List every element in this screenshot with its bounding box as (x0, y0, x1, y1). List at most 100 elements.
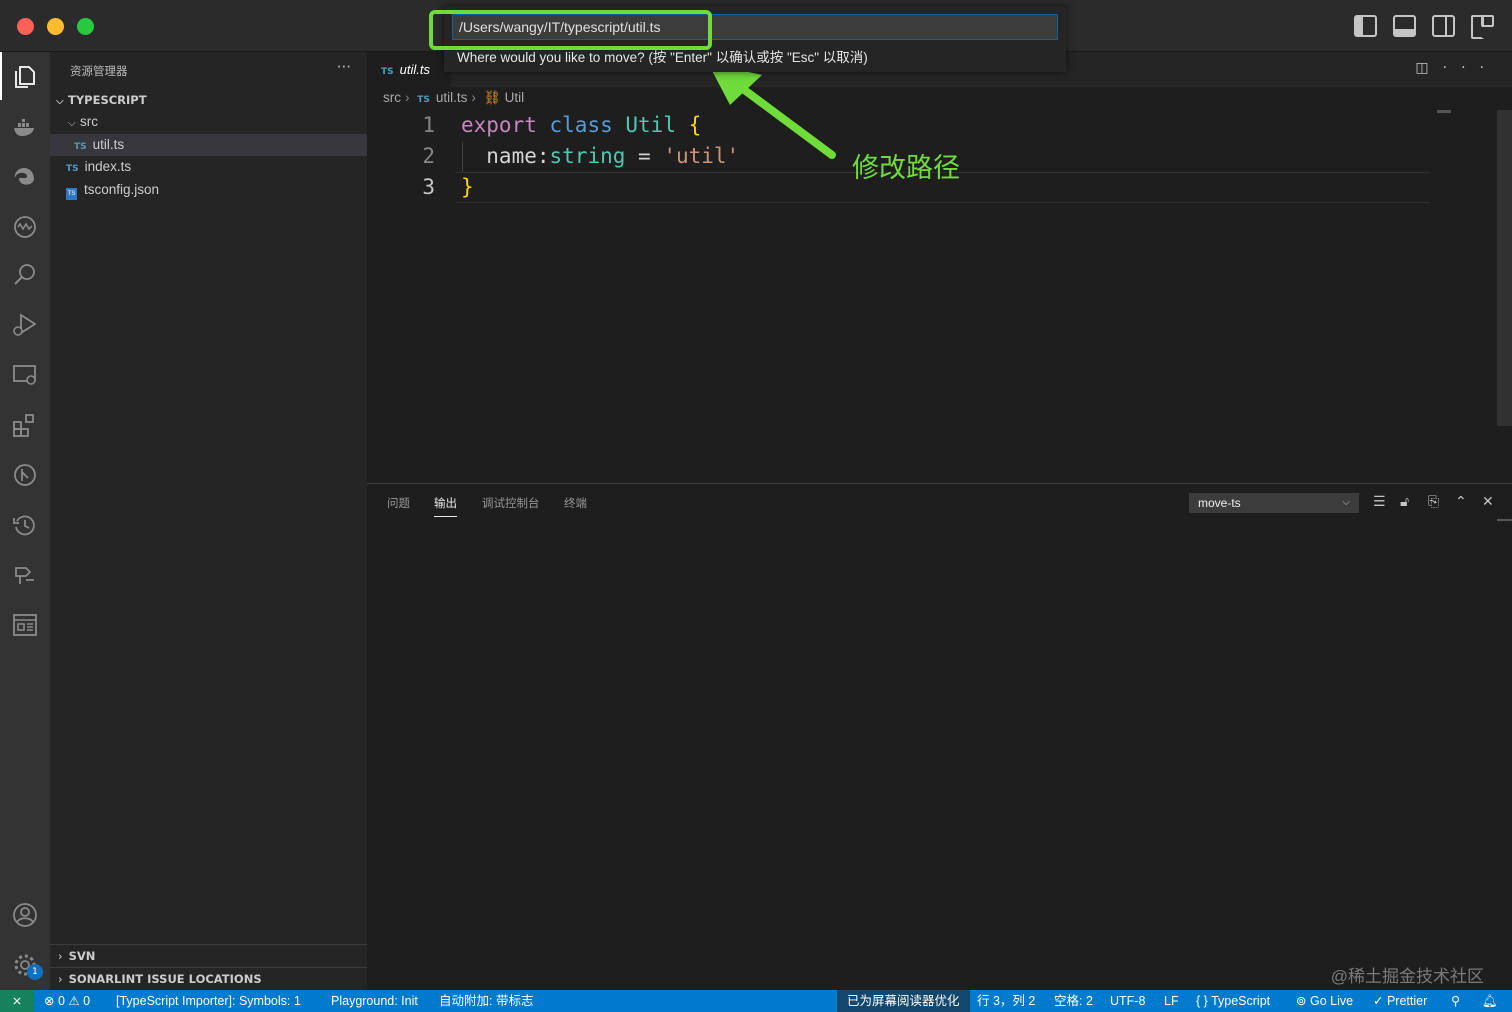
customize-layout-icon[interactable] (1471, 15, 1494, 39)
more-actions-icon[interactable]: ··· (1443, 60, 1498, 76)
tab-util-ts[interactable]: TS util.ts (367, 52, 451, 87)
close-window-button[interactable] (17, 18, 34, 35)
code-token: = (625, 144, 664, 168)
run-debug-icon[interactable] (12, 312, 38, 338)
annotation-highlight-box (429, 10, 712, 50)
workspace-root[interactable]: ⌵ TYPESCRIPT (50, 89, 367, 111)
timeline-icon[interactable] (12, 512, 38, 538)
ts-importer-status[interactable]: [TypeScript Importer]: Symbols: 1 (116, 990, 301, 1012)
panel-scrollbar[interactable] (1497, 519, 1512, 521)
indentation-status[interactable]: 空格: 2 (1054, 990, 1093, 1012)
code-line[interactable]: 1 export class Util { (367, 110, 701, 141)
output-channel-select[interactable]: move-ts ⌵ (1189, 493, 1359, 513)
code-token: string (549, 144, 626, 168)
account-icon[interactable] (12, 902, 38, 928)
edge-browser-icon[interactable] (12, 164, 38, 190)
breadcrumb-symbol[interactable]: Util (505, 90, 525, 105)
bottom-panel: 问题 输出 调试控制台 终端 move-ts ⌵ ☰ 🔓︎ ⎘ ⌃ ✕ (367, 483, 1512, 990)
go-live-button[interactable]: ⊚ Go Live (1296, 990, 1353, 1012)
watermark: @稀土掘金技术社区 (1330, 967, 1484, 986)
code-line[interactable]: 3} (367, 172, 474, 203)
activity-bar (0, 52, 50, 990)
code-line[interactable]: 2 name:string = 'util' (367, 141, 739, 172)
chevron-down-icon: ⌵ (68, 118, 76, 129)
editor-actions: ◫··· (1415, 60, 1498, 76)
svn-section-header[interactable]: › SVN (50, 944, 367, 966)
tab-terminal[interactable]: 终端 (564, 495, 587, 511)
code-token: export (461, 113, 537, 137)
feedback-icon[interactable]: ⚲ (1451, 990, 1460, 1012)
code-token: name: (461, 144, 550, 168)
playground-status[interactable]: Playground: Init (331, 990, 418, 1012)
docker-icon[interactable] (12, 114, 38, 140)
typescript-file-icon: TS (381, 67, 394, 77)
warning-icon: ⚠ (68, 994, 80, 1008)
remote-indicator[interactable]: ⨯ (0, 990, 34, 1012)
split-editor-icon[interactable]: ◫ (1415, 60, 1442, 76)
chevron-down-icon: ⌵ (56, 96, 64, 107)
line-number: 3 (422, 175, 435, 199)
tree-file-util-ts[interactable]: TS util.ts (50, 134, 367, 156)
encoding-status[interactable]: UTF-8 (1110, 990, 1145, 1012)
settings-badge: 1 (27, 964, 43, 980)
prettier-status[interactable]: ✓ Prettier (1373, 990, 1427, 1012)
tree-folder-src[interactable]: ⌵ src (50, 111, 367, 133)
code-token: class (549, 113, 613, 137)
chevron-right-icon: › (471, 90, 476, 105)
problems-status[interactable]: ⊗ 0 ⚠ 0 (44, 990, 90, 1012)
close-panel-icon[interactable]: ✕ (1482, 494, 1494, 510)
chevron-down-icon: ⌵ (1342, 497, 1350, 508)
maximize-panel-icon[interactable]: ⌃ (1455, 494, 1467, 510)
language-mode[interactable]: { } TypeScript (1196, 990, 1270, 1012)
check-all-icon: ✓ (1373, 994, 1384, 1008)
editor-scrollbar[interactable] (1497, 110, 1512, 426)
bell-icon[interactable]: 🔔︎ (1482, 990, 1498, 1012)
class-symbol-icon: ⛓ (483, 90, 501, 105)
annotation-label: 修改路径 (852, 153, 960, 184)
eol-status[interactable]: LF (1164, 990, 1179, 1012)
error-icon: ⊗ (44, 994, 55, 1008)
wave-icon[interactable] (12, 214, 38, 240)
cursor-position[interactable]: 行 3，列 2 (977, 990, 1035, 1012)
breadcrumb-file[interactable]: util.ts (436, 90, 468, 105)
toggle-secondary-sidebar-icon[interactable] (1432, 15, 1455, 37)
preview-panel-icon[interactable] (12, 612, 38, 638)
extensions-icon[interactable] (12, 412, 38, 438)
breadcrumb-folder[interactable]: src (383, 90, 401, 105)
minimap[interactable] (1437, 110, 1451, 113)
sonarlint-section-header[interactable]: › SONARLINT ISSUE LOCATIONS (50, 967, 367, 989)
tree-file-tsconfig[interactable]: TS tsconfig.json (50, 179, 367, 201)
remote-icon: ⨯ (11, 994, 23, 1008)
clear-output-icon[interactable]: ☰ (1373, 494, 1386, 510)
braces-icon: { } (1196, 994, 1208, 1008)
auto-attach-status[interactable]: 自动附加: 带标志 (439, 990, 533, 1012)
screen-reader-status[interactable]: 已为屏幕阅读器优化 (837, 990, 970, 1012)
more-actions-icon[interactable]: ··· (337, 58, 351, 76)
tree-file-index-ts[interactable]: TS index.ts (50, 156, 367, 178)
toggle-primary-sidebar-icon[interactable] (1354, 15, 1377, 37)
line-number: 2 (422, 144, 435, 168)
breadcrumb: src › TS util.ts › ⛓ Util (383, 90, 524, 106)
lock-scroll-icon[interactable]: 🔓︎ (1400, 494, 1409, 510)
sidebar-title: 资源管理器 (70, 64, 128, 78)
tab-problems[interactable]: 问题 (387, 495, 410, 511)
remote-explorer-icon[interactable] (12, 362, 38, 388)
open-log-icon[interactable]: ⎘ (1428, 494, 1439, 510)
chevron-right-icon: › (58, 949, 63, 963)
search-icon[interactable] (12, 262, 38, 288)
typescript-file-icon: TS (417, 95, 430, 105)
tsconfig-file-icon: TS (66, 188, 77, 200)
git-graph-icon[interactable] (12, 462, 38, 488)
tab-debug-console[interactable]: 调试控制台 (482, 495, 540, 511)
line-number: 1 (422, 113, 435, 137)
maximize-window-button[interactable] (77, 18, 94, 35)
toggle-panel-icon[interactable] (1393, 15, 1416, 37)
tab-output[interactable]: 输出 (434, 495, 457, 517)
explorer-icon[interactable] (12, 64, 38, 90)
source-control-icon[interactable] (12, 562, 38, 588)
minimize-window-button[interactable] (47, 18, 64, 35)
code-token: } (461, 175, 474, 199)
